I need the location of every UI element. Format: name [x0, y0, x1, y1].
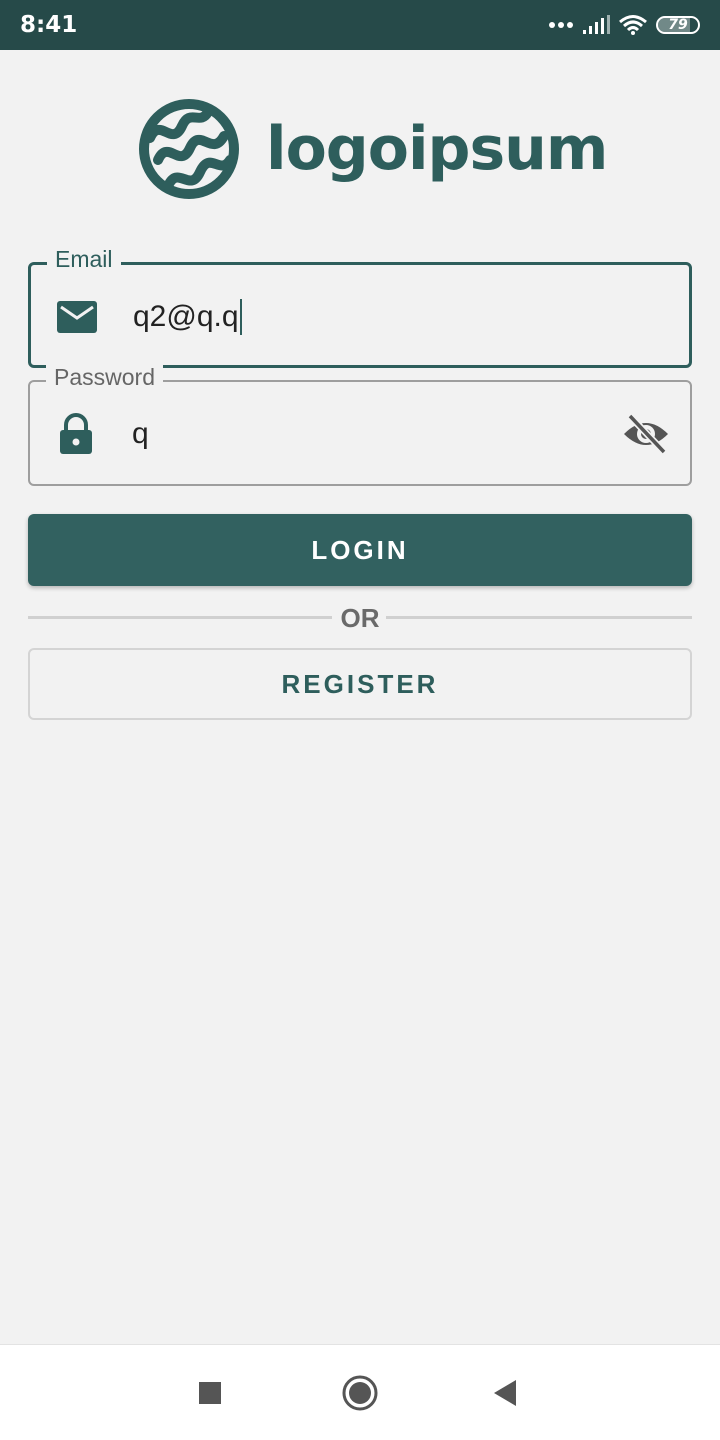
- status-time: 8:41: [20, 12, 78, 38]
- home-icon[interactable]: [338, 1371, 382, 1415]
- register-button[interactable]: REGISTER: [28, 648, 692, 720]
- system-nav-bar: [0, 1344, 720, 1440]
- eye-off-icon[interactable]: [622, 410, 670, 458]
- logo-text: logoipsum: [266, 114, 608, 184]
- mail-icon: [57, 301, 97, 333]
- logo-mark-icon: [139, 99, 239, 199]
- email-label: Email: [47, 246, 121, 272]
- or-divider: OR: [28, 603, 692, 633]
- more-dots-icon: [549, 22, 573, 28]
- signal-icon: [583, 15, 610, 34]
- password-value: q: [132, 417, 149, 450]
- recent-apps-icon[interactable]: [188, 1371, 232, 1415]
- password-label: Password: [46, 364, 163, 390]
- status-icons: 79: [548, 12, 700, 38]
- battery-level: 79: [668, 17, 688, 33]
- battery-icon: 79: [656, 16, 700, 34]
- password-field[interactable]: Password q: [28, 364, 692, 486]
- divider-line-right: [386, 616, 692, 619]
- email-input[interactable]: q2@q.q: [133, 299, 242, 335]
- login-button[interactable]: LOGIN: [28, 514, 692, 586]
- text-caret: [239, 299, 242, 335]
- status-bar: 8:41 79: [0, 0, 720, 50]
- back-icon[interactable]: [484, 1371, 528, 1415]
- brand-logo: logoipsum: [138, 98, 608, 200]
- password-input[interactable]: q: [132, 416, 149, 452]
- lock-icon: [60, 413, 92, 454]
- email-field[interactable]: Email q2@q.q: [28, 246, 692, 368]
- email-value: q2@q.q: [133, 300, 239, 333]
- wifi-icon: [619, 15, 647, 35]
